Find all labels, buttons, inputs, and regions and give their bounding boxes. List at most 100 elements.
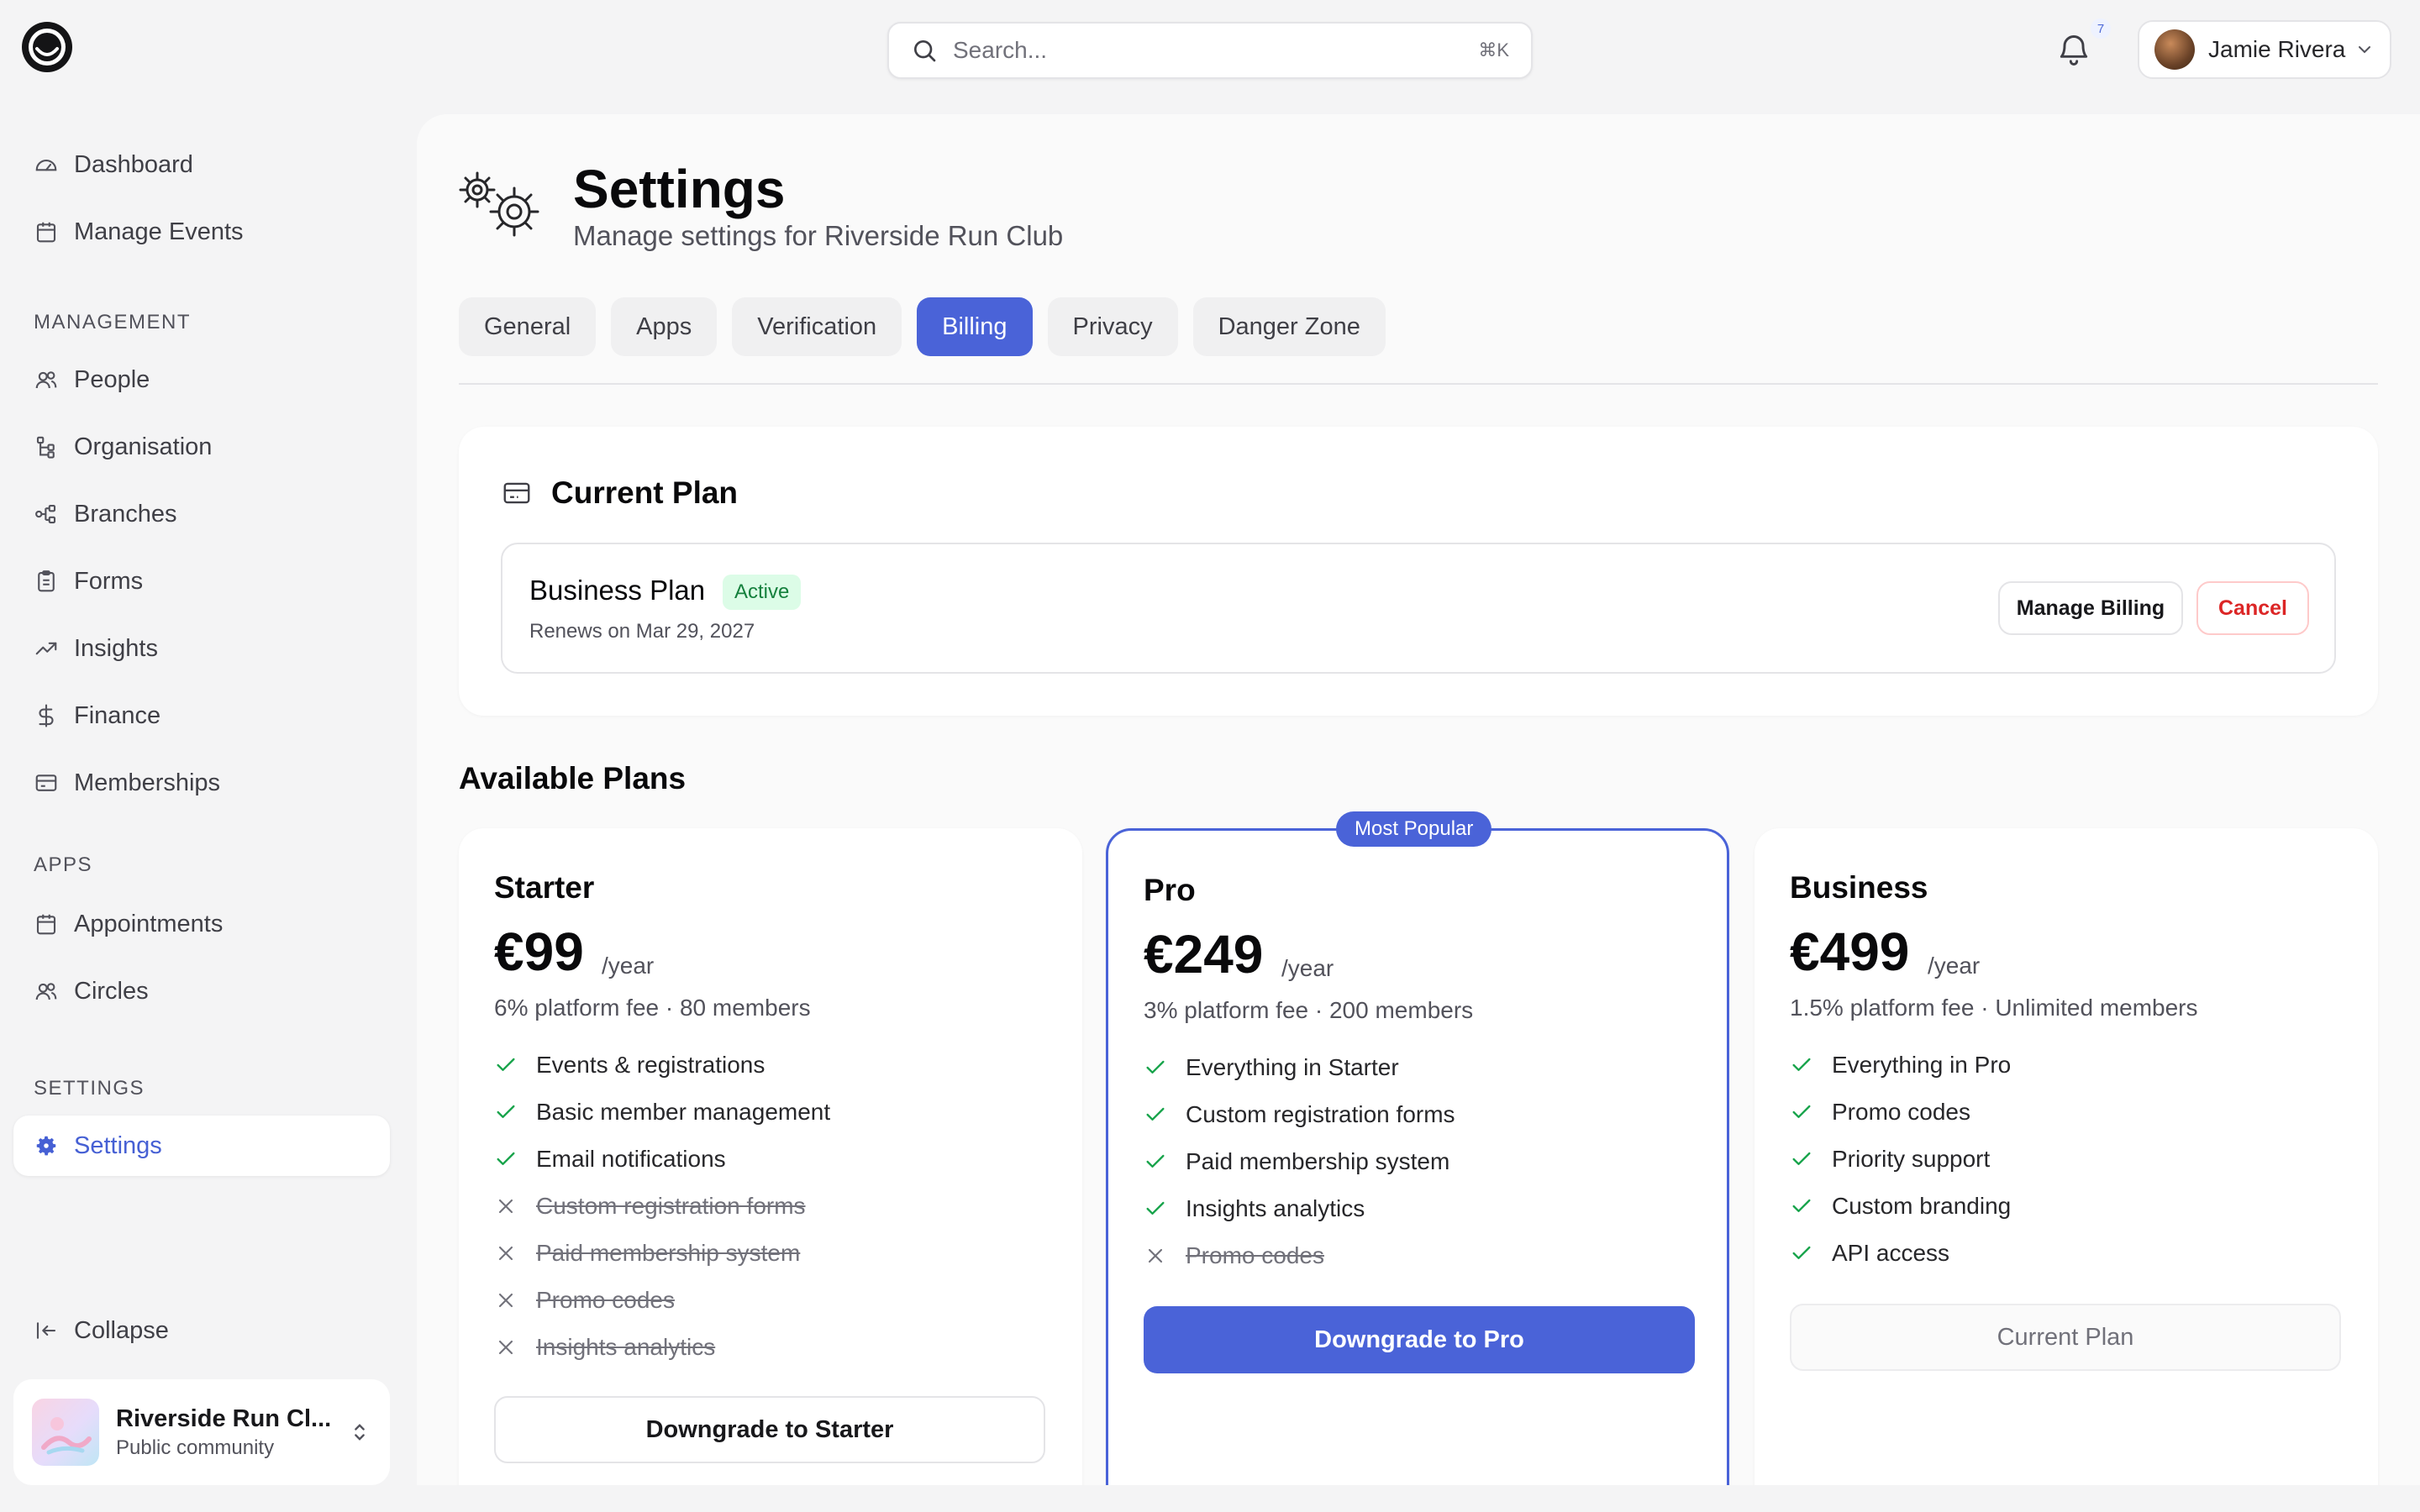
chevron-down-icon [2354,39,2375,60]
feature-label: Basic member management [536,1099,831,1125]
feature-item-excluded: Custom registration forms [494,1183,830,1230]
sidebar-item-dashboard[interactable]: Dashboard [13,134,390,195]
collapse-label: Collapse [74,1316,169,1344]
feature-label: Paid membership system [536,1240,801,1266]
sidebar-item-label: Branches [74,500,177,528]
feature-label: Email notifications [536,1146,726,1172]
x-icon [494,1194,536,1218]
plan-period: /year [1928,953,1981,979]
sidebar-section-settings: SETTINGS [34,1077,145,1100]
tab-privacy[interactable]: Privacy [1047,297,1178,356]
sidebar-item-label: Insights [74,634,158,662]
plan-name: Business [1790,870,1928,905]
tab-billing[interactable]: Billing [917,297,1033,356]
sidebar-item-insights[interactable]: Insights [13,618,390,679]
check-icon [494,1100,536,1124]
sidebar-item-circles[interactable]: Circles [13,961,390,1021]
organisation-type: Public community [116,1436,275,1459]
sidebar-section-management: MANAGEMENT [34,311,192,333]
plan-name: Starter [494,870,595,905]
sidebar-item-organisation[interactable]: Organisation [13,417,390,477]
check-icon [1144,1056,1186,1079]
chevron-up-down-icon [348,1420,371,1444]
sidebar-item-settings[interactable]: Settings [13,1116,390,1176]
search-input[interactable]: Search... ⌘K [887,22,1533,79]
feature-item: API access [1790,1230,2011,1277]
feature-item: Events & registrations [494,1042,830,1089]
downgrade-to-starter-button[interactable]: Downgrade to Starter [494,1396,1045,1463]
feature-label: Custom registration forms [1186,1101,1455,1127]
x-icon [494,1242,536,1265]
calendar-icon [34,911,74,937]
status-badge: Active [723,575,802,610]
collapse-icon [34,1318,74,1343]
avatar [2154,29,2195,70]
current-plan-card: Current Plan Business Plan Active Renews… [459,427,2378,716]
sidebar-item-manage-events[interactable]: Manage Events [13,202,390,262]
feature-item: Everything in Starter [1144,1044,1455,1091]
current-plan-heading: Current Plan [551,475,739,510]
check-icon [1144,1103,1186,1126]
hierarchy-icon [34,434,74,459]
feature-label: Insights analytics [1186,1195,1365,1221]
plan-price: €499 [1790,921,1910,982]
plan-card-starter: Starter €99 /year 6% platform fee · 80 m… [459,828,1082,1485]
feature-label: Paid membership system [1186,1148,1450,1174]
sidebar-item-branches[interactable]: Branches [13,484,390,544]
clipboard-icon [34,569,74,594]
feature-label: Everything in Pro [1832,1052,2012,1078]
collapse-sidebar-button[interactable]: Collapse [13,1300,390,1361]
current-plan-details: Business Plan Active Renews on Mar 29, 2… [501,543,2336,674]
plan-card-pro: Pro €249 /year 3% platform fee · 200 mem… [1106,828,1729,1485]
bell-icon[interactable] [2055,32,2092,69]
sidebar-item-appointments[interactable]: Appointments [13,894,390,954]
credit-card-icon [501,477,533,509]
sidebar-item-people[interactable]: People [13,349,390,410]
gauge-icon [34,152,74,177]
plan-name: Pro [1144,873,1196,907]
downgrade-to-pro-button[interactable]: Downgrade to Pro [1144,1306,1695,1373]
sidebar-item-label: Dashboard [74,150,193,178]
feature-item-excluded: Paid membership system [494,1230,830,1277]
tab-general[interactable]: General [459,297,597,356]
eye-logo-icon[interactable] [20,20,74,74]
manage-billing-button[interactable]: Manage Billing [1998,581,2183,635]
sidebar-item-memberships[interactable]: Memberships [13,753,390,813]
feature-label: Priority support [1832,1146,1991,1172]
organisation-switcher[interactable]: Riverside Run Cl... Public community [13,1379,390,1485]
search-placeholder: Search... [953,37,1048,63]
cancel-plan-button[interactable]: Cancel [2196,581,2309,635]
sidebar-item-label: Forms [74,567,144,595]
check-icon [1790,1194,1832,1218]
feature-item: Custom registration forms [1144,1091,1455,1138]
current-plan-name: Business Plan [529,575,706,606]
feature-label: API access [1832,1240,1950,1266]
sidebar-item-finance[interactable]: Finance [13,685,390,746]
feature-list: Everything in Starter Custom registratio… [1144,1044,1455,1279]
settings-tabs: General Apps Verification Billing Privac… [459,297,1386,356]
feature-label: Everything in Starter [1186,1054,1399,1080]
feature-label: Promo codes [536,1287,675,1313]
sidebar-item-label: Memberships [74,769,221,796]
feature-label: Promo codes [1832,1099,1970,1125]
feature-item: Everything in Pro [1790,1042,2011,1089]
users-icon [34,979,74,1004]
divider [459,383,2378,385]
user-menu-button[interactable]: Jamie Rivera [2138,20,2391,79]
sidebar-item-label: People [74,365,150,393]
organisation-name: Riverside Run Cl... [116,1404,332,1432]
tab-apps[interactable]: Apps [611,297,718,356]
current-plan-header: Current Plan [501,475,738,511]
feature-item: Paid membership system [1144,1138,1455,1185]
notification-count-badge: 7 [2091,18,2111,39]
sidebar-item-forms[interactable]: Forms [13,551,390,612]
tab-verification[interactable]: Verification [732,297,902,356]
x-icon [1144,1244,1186,1268]
dollar-icon [34,703,74,728]
tab-danger-zone[interactable]: Danger Zone [1192,297,1386,356]
renewal-date: Renews on Mar 29, 2027 [529,620,755,643]
x-icon [494,1336,536,1359]
page-subtitle: Manage settings for Riverside Run Club [573,220,1064,251]
sidebar-item-label: Settings [74,1131,162,1159]
current-plan-button[interactable]: Current Plan [1790,1304,2341,1371]
